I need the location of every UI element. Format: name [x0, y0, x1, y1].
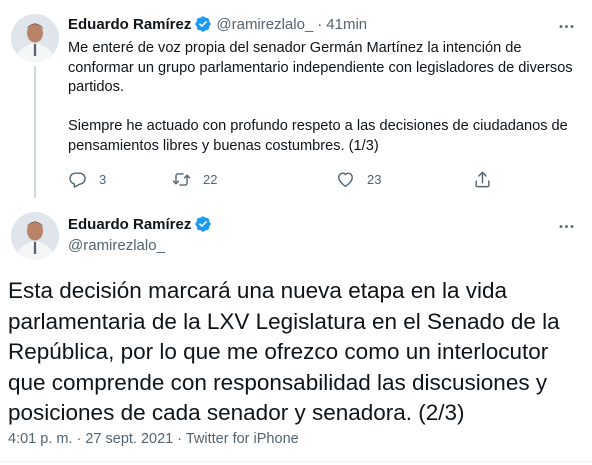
retweet-count: 22 [203, 171, 218, 187]
author-avatar[interactable] [11, 14, 59, 62]
thread-connector-line [34, 66, 36, 198]
author-handle[interactable]: @ramirezlalo_ [68, 237, 212, 254]
reply-button[interactable]: 3 [68, 168, 106, 190]
tweet-text: Me enteré de voz propia del senador Germ… [68, 39, 573, 156]
more-icon[interactable] [556, 16, 576, 36]
tweet-meta[interactable]: 4:01 p. m. · 27 sept. 2021 · Twitter for… [8, 431, 299, 447]
verified-badge-icon [194, 15, 212, 33]
tweet-header: Eduardo Ramírez @ramirezlalo_ · 41min [68, 14, 367, 34]
like-button[interactable]: 23 [336, 168, 381, 190]
tweet-text: Esta decisión marcará una nueva etapa en… [8, 278, 560, 425]
tweet-actions: 3 22 23 [68, 168, 498, 190]
tweet-paragraph: Siempre he actuado con profundo respeto … [68, 118, 568, 154]
reply-icon [69, 171, 86, 188]
reply-count: 3 [99, 171, 107, 187]
heart-icon [338, 171, 353, 187]
tweet-1: Eduardo Ramírez @ramirezlalo_ · 41min Me… [0, 0, 592, 200]
share-button[interactable] [473, 168, 492, 190]
tweet-timestamp[interactable]: 41min [326, 16, 367, 33]
author-avatar[interactable] [11, 212, 59, 260]
more-icon[interactable] [556, 216, 576, 236]
retweet-icon [172, 172, 191, 186]
retweet-button[interactable]: 22 [172, 168, 217, 190]
verified-badge-icon [194, 215, 212, 233]
author-name[interactable]: Eduardo Ramírez [68, 216, 191, 233]
author-handle[interactable]: @ramirezlalo_ [216, 16, 313, 33]
divider [0, 461, 592, 462]
author-name[interactable]: Eduardo Ramírez [68, 16, 191, 33]
share-icon [475, 171, 490, 187]
tweet-header: Eduardo Ramírez @ramirezlalo_ [68, 214, 212, 254]
tweet-paragraph: Me enteré de voz propia del senador Germ… [68, 40, 573, 95]
like-count: 23 [367, 171, 382, 187]
separator-dot: · [317, 15, 323, 33]
